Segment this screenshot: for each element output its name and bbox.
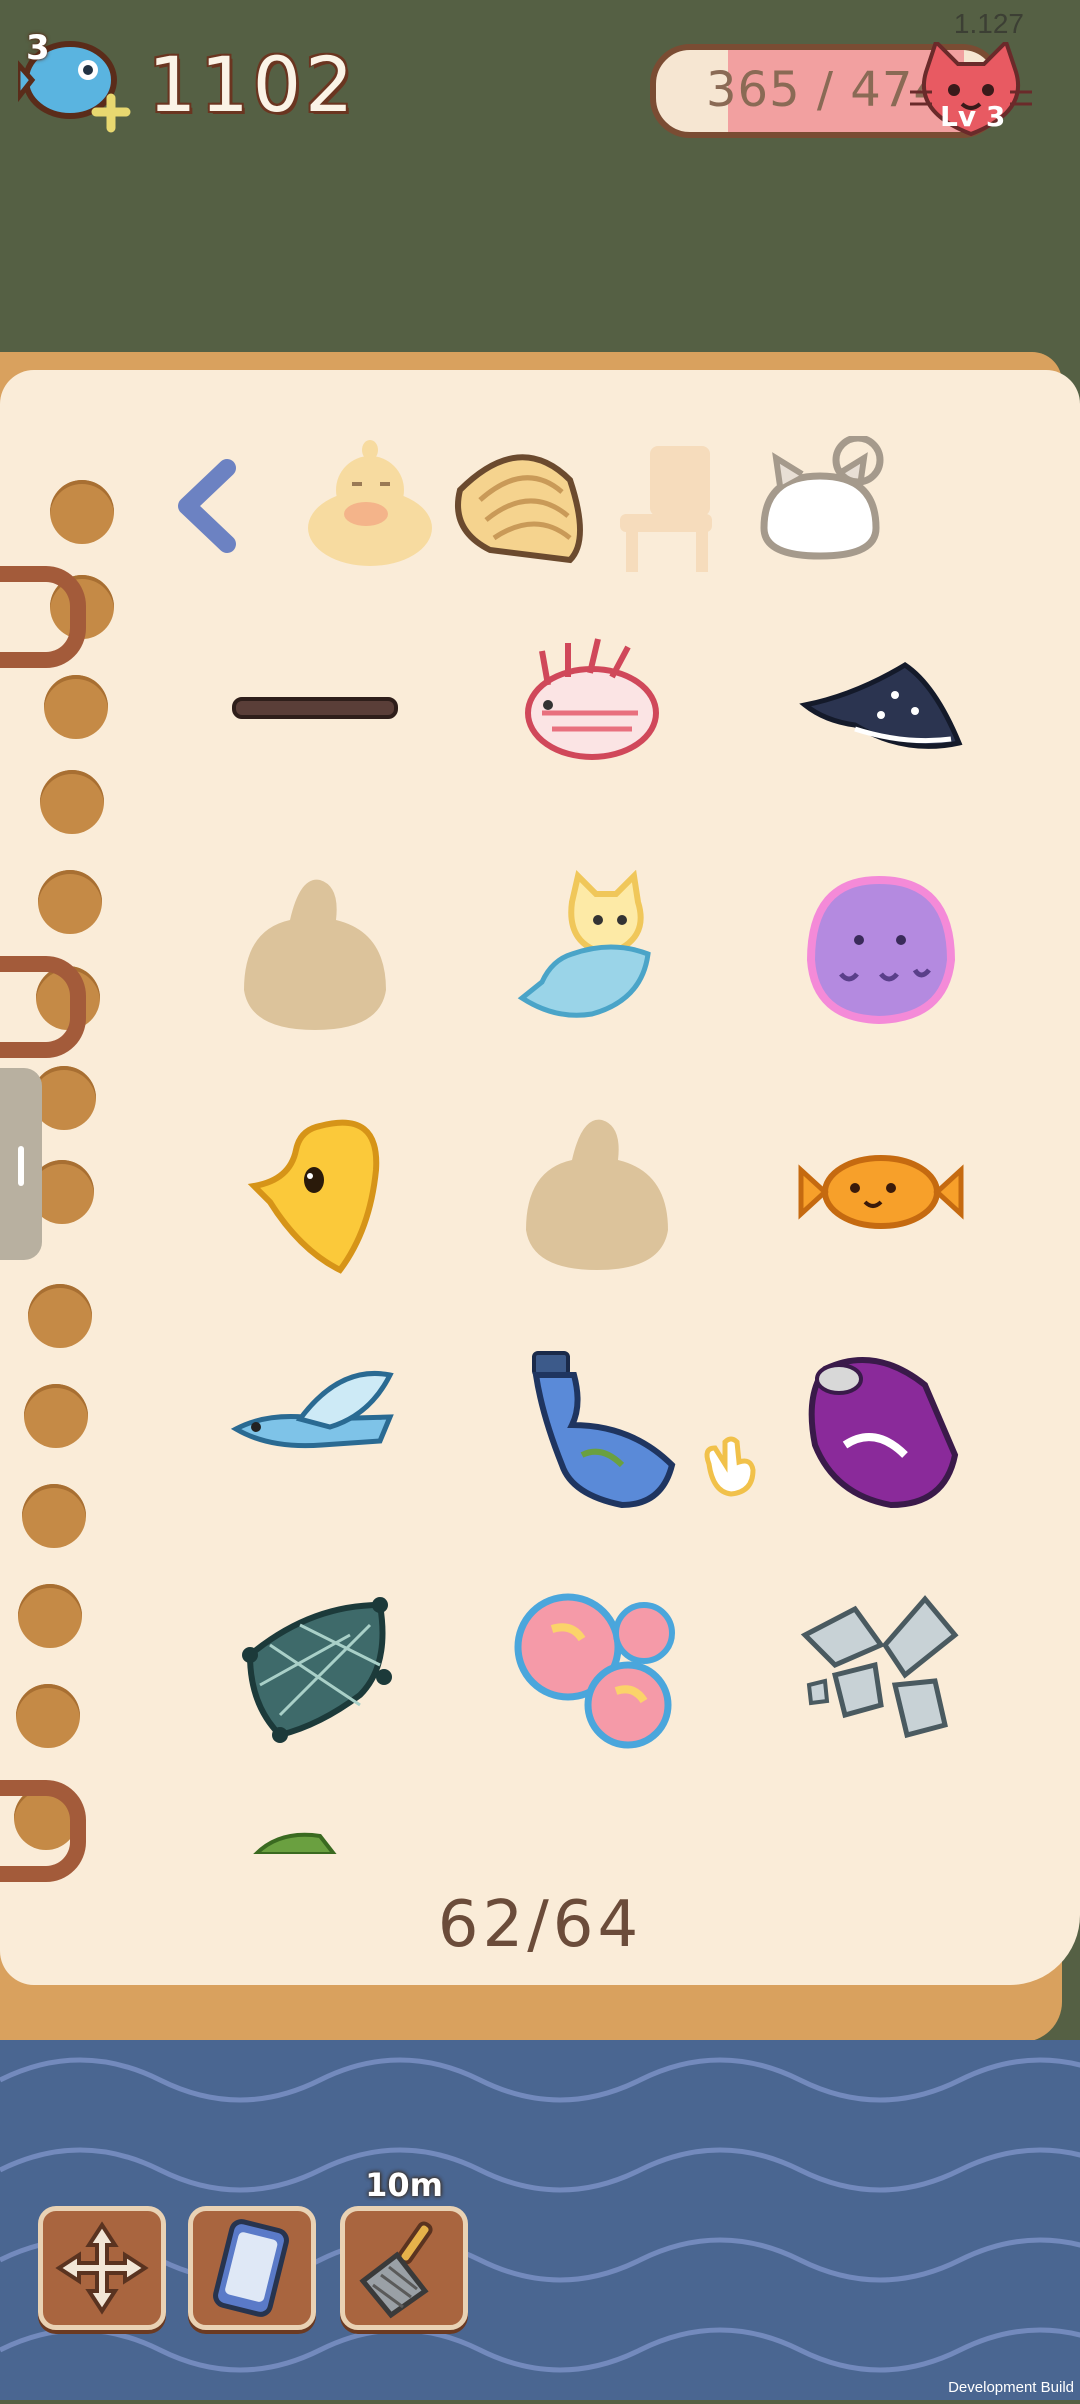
dev-build-label: Development Build <box>948 2379 1074 2396</box>
side-handle-grip <box>18 1146 24 1186</box>
binder-hole <box>38 870 102 934</box>
net-scoop-icon <box>359 2221 433 2319</box>
chair-icon[interactable] <box>600 436 740 576</box>
unknown-silhouette-icon[interactable] <box>230 870 400 1040</box>
binder-hole <box>44 675 108 739</box>
binder-hole <box>50 480 114 544</box>
bubbles-icon[interactable] <box>512 1585 682 1755</box>
soda-can-icon[interactable] <box>795 1345 965 1515</box>
binder-hole <box>40 770 104 834</box>
net-scoop-button[interactable] <box>340 2206 468 2330</box>
phone-button[interactable] <box>188 2206 316 2330</box>
collection-count: 62/64 <box>437 1888 643 1962</box>
version-label: 1.127 <box>953 8 1024 39</box>
binder-hole <box>16 1684 80 1748</box>
manta-ray-icon[interactable] <box>795 625 965 795</box>
fishing-net-icon[interactable] <box>230 1585 400 1755</box>
binder-ring <box>0 566 86 668</box>
candy-fish-icon[interactable] <box>795 1110 965 1280</box>
move-arrows-icon <box>55 2221 149 2315</box>
pointer-hand-icon <box>704 1436 756 1497</box>
glass-shards-icon[interactable] <box>795 1585 965 1755</box>
net-timer: 10m <box>365 2166 443 2204</box>
lionfish-icon[interactable] <box>512 625 682 795</box>
plastic-bottle-icon[interactable] <box>512 1345 682 1515</box>
flying-fish-icon[interactable] <box>230 1345 400 1515</box>
partial-item-icon <box>253 1832 337 1854</box>
duck-icon[interactable] <box>300 436 440 576</box>
level-label: Lv 3 <box>940 100 1006 133</box>
binder-hole <box>18 1584 82 1648</box>
unknown-silhouette-icon[interactable] <box>512 1110 682 1280</box>
binder-ring <box>0 1780 86 1882</box>
binder-hole <box>22 1484 86 1548</box>
phone-icon <box>213 2219 289 2317</box>
binder-ring <box>0 956 86 1058</box>
stick-icon[interactable] <box>230 625 400 795</box>
fish-small-count: 3 <box>26 28 50 68</box>
jellyfish-icon[interactable] <box>795 870 965 1040</box>
yellow-fish-icon[interactable] <box>230 1110 400 1280</box>
binder-hole <box>28 1284 92 1348</box>
fish-total: 1102 <box>148 40 358 129</box>
binder-hole <box>24 1384 88 1448</box>
cat-icon[interactable] <box>750 436 890 576</box>
back-arrow-icon[interactable] <box>135 436 275 576</box>
clam-shell-icon[interactable] <box>450 440 590 580</box>
cat-mermaid-icon[interactable] <box>512 870 682 1040</box>
move-button[interactable] <box>38 2206 166 2330</box>
